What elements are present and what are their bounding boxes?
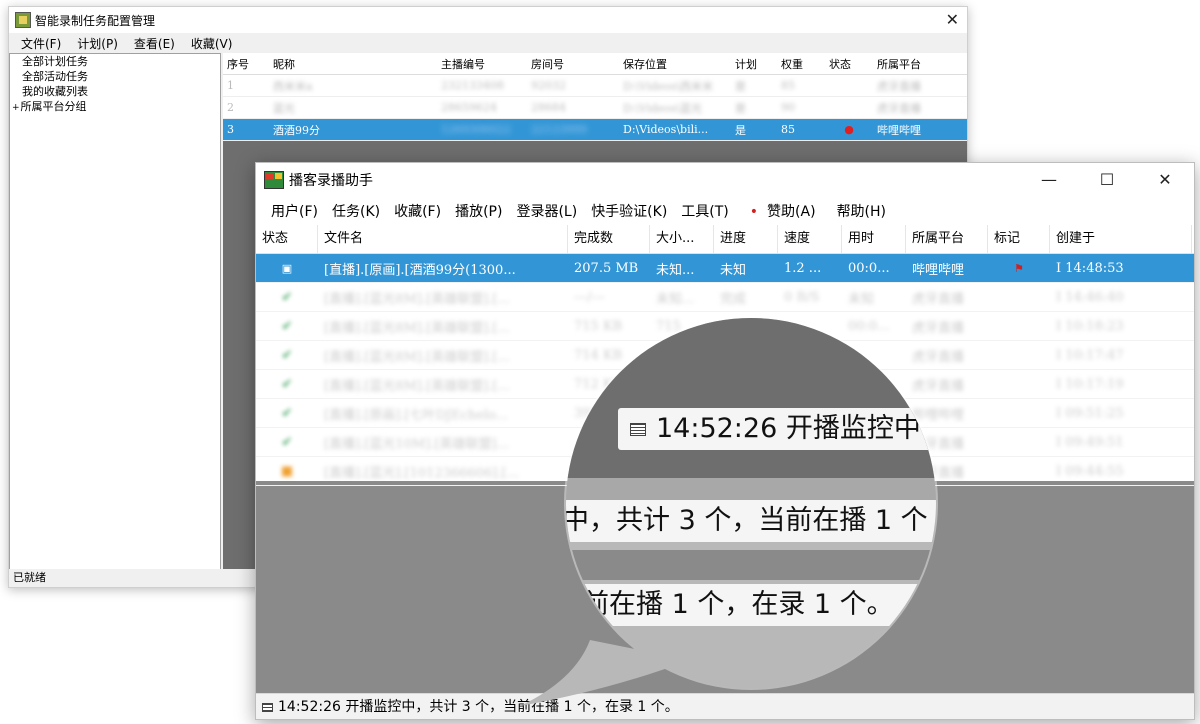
magnifier-pointer (520, 640, 690, 706)
